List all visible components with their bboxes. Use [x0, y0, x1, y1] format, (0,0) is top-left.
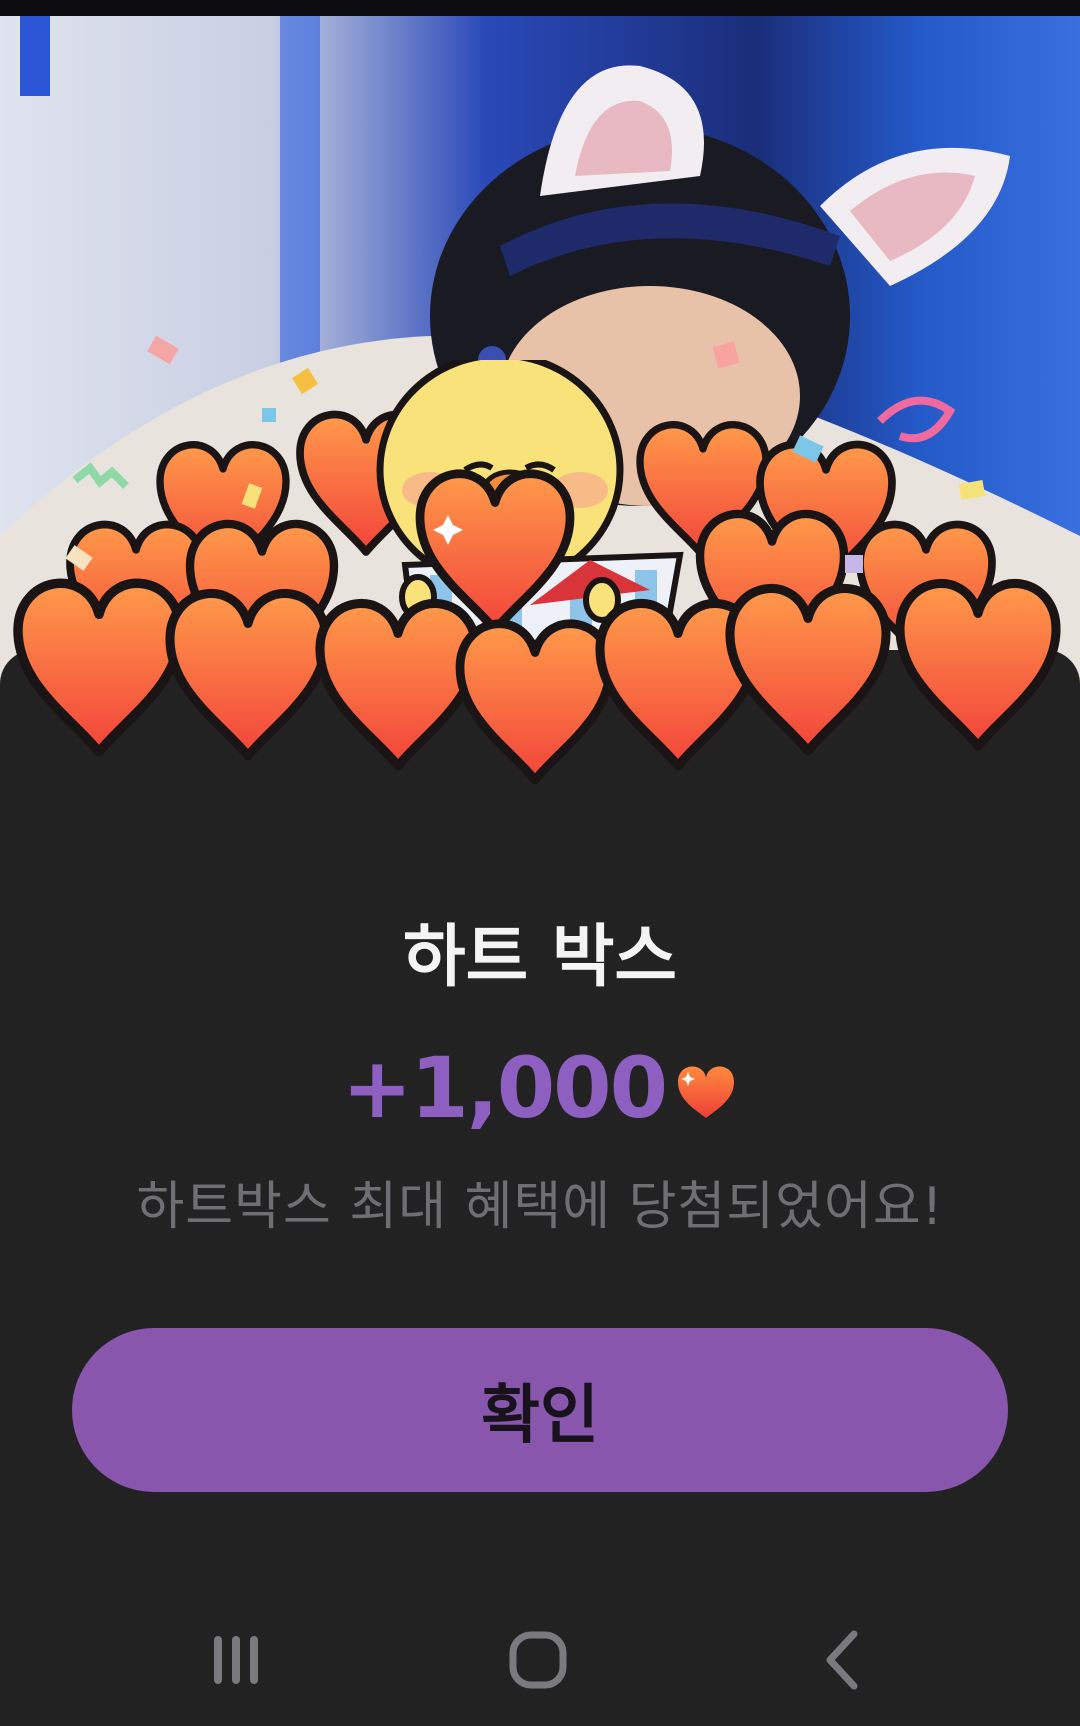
recent-apps-icon [214, 1636, 258, 1684]
system-navigation-bar [0, 1600, 1080, 1726]
home-button[interactable] [478, 1600, 598, 1720]
reward-message: 하트박스 최대 혜택에 당첨되었어요! [136, 1177, 944, 1237]
back-icon [826, 1630, 858, 1690]
back-button[interactable] [782, 1600, 902, 1720]
status-bar [0, 0, 1080, 16]
dialog-title: 하트 박스 [403, 918, 677, 997]
reward-amount: +1,000 [341, 1039, 668, 1137]
reward-row: +1,000 [0, 1040, 1080, 1136]
heart-box-illustration [0, 360, 1080, 840]
recent-apps-button[interactable] [176, 1600, 296, 1720]
confirm-button[interactable]: 확인 [72, 1328, 1008, 1492]
heart-icon [678, 1066, 735, 1118]
home-icon [509, 1631, 567, 1689]
